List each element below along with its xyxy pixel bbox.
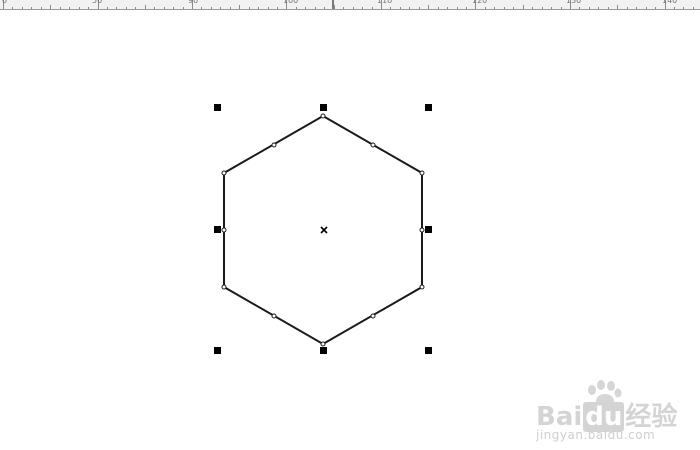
handle-top-left[interactable]	[214, 104, 221, 111]
node-mid-right[interactable]	[419, 227, 425, 233]
node-bottom[interactable]	[320, 341, 326, 347]
node-top-left[interactable]	[221, 170, 227, 176]
node-top[interactable]	[320, 113, 326, 119]
node-mid-left[interactable]	[221, 227, 227, 233]
handle-middle-left[interactable]	[214, 226, 221, 233]
handle-top-right[interactable]	[425, 104, 432, 111]
node-mid-bottom-right[interactable]	[370, 313, 376, 319]
node-bottom-right[interactable]	[419, 284, 425, 290]
ruler-label-100: 100	[283, 0, 299, 5]
horizontal-ruler[interactable]: 0 50 90 100 110 120 130 140	[0, 0, 700, 10]
ruler-label-120: 120	[472, 0, 488, 5]
ruler-label-0: 0	[2, 0, 8, 5]
ruler-label-130: 130	[566, 0, 582, 5]
ruler-label-50: 50	[92, 0, 103, 5]
handle-bottom-left[interactable]	[214, 347, 221, 354]
handle-top-center[interactable]	[320, 104, 327, 111]
node-bottom-left[interactable]	[221, 284, 227, 290]
drawing-canvas[interactable]: Bai du 经验 jingyan.baidu.com	[0, 10, 700, 450]
ruler-ticks	[3, 0, 694, 9]
watermark-url: jingyan.baidu.com	[536, 428, 656, 442]
node-mid-top-right[interactable]	[370, 142, 376, 148]
node-mid-bottom-left[interactable]	[271, 313, 277, 319]
ruler-label-90: 90	[188, 0, 199, 5]
baidu-jingyan-watermark: Bai du 经验 jingyan.baidu.com	[536, 380, 686, 446]
x-mark-icon[interactable]	[320, 226, 328, 234]
node-mid-top-left[interactable]	[271, 142, 277, 148]
handle-bottom-right[interactable]	[425, 347, 432, 354]
ruler-label-140: 140	[662, 0, 678, 5]
node-top-right[interactable]	[419, 170, 425, 176]
handle-bottom-center[interactable]	[320, 347, 327, 354]
handle-middle-right[interactable]	[425, 226, 432, 233]
ruler-label-110: 110	[377, 0, 393, 5]
